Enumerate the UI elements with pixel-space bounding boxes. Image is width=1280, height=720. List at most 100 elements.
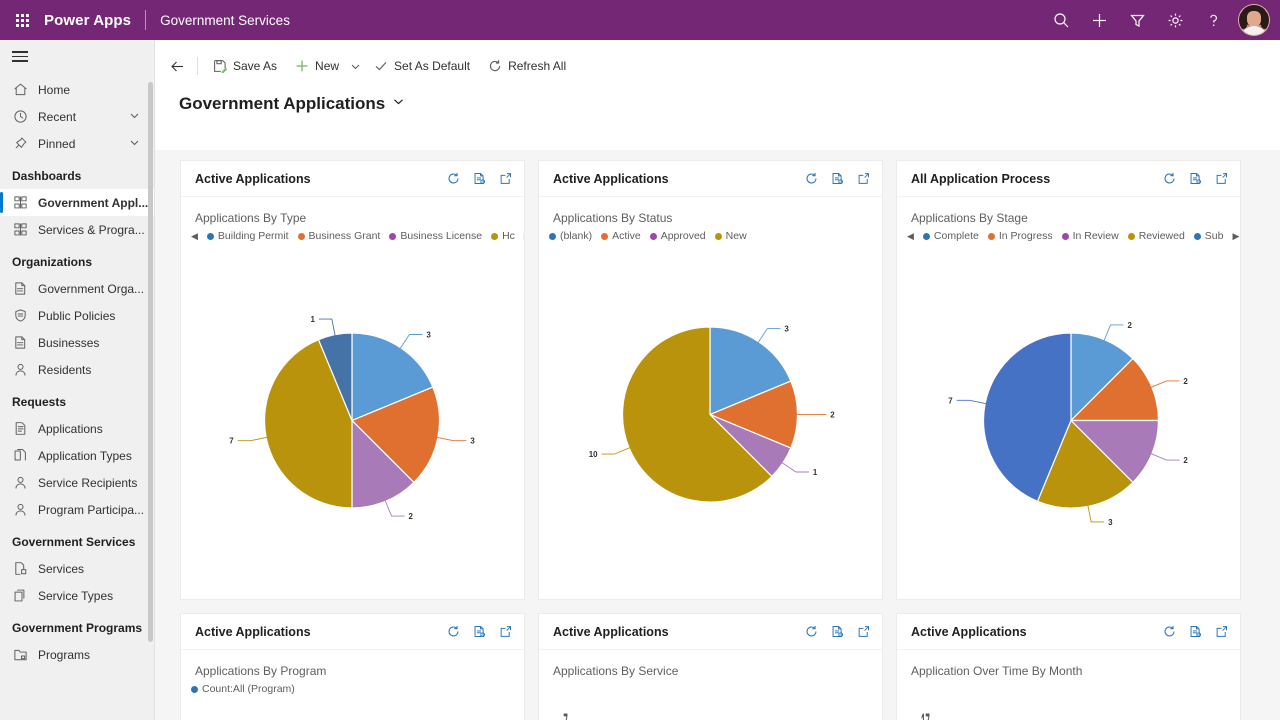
sidebar-item-service-types[interactable]: Service Types (0, 582, 154, 609)
legend-prev-arrow-icon[interactable]: ◀ (907, 231, 914, 241)
sidebar-item-residents[interactable]: Residents (0, 356, 154, 383)
pie-chart[interactable]: 3 3 2 7 1 (181, 242, 524, 599)
refresh-icon[interactable] (447, 625, 460, 638)
legend-item[interactable]: New (714, 230, 747, 242)
legend-item[interactable]: Hc (491, 230, 515, 242)
legend-item[interactable]: Reviewed (1127, 230, 1185, 242)
user-avatar[interactable] (1238, 4, 1270, 36)
legend-item[interactable]: Sub (1193, 230, 1223, 242)
chart-area[interactable]: 766 (539, 678, 882, 720)
popout-icon[interactable] (499, 172, 512, 185)
export-icon[interactable] (473, 172, 486, 185)
legend-item[interactable]: Building Permit (206, 230, 289, 242)
sidebar-item-services[interactable]: Services (0, 555, 154, 582)
legend-item[interactable]: Business Grant (297, 230, 380, 242)
chart-subtitle: Application Over Time By Month (911, 664, 1083, 678)
export-icon[interactable] (1189, 172, 1202, 185)
sidebar-item-home[interactable]: Home (0, 76, 154, 103)
legend-item[interactable]: (blank) (549, 230, 592, 242)
refresh-icon[interactable] (1163, 172, 1176, 185)
sidebar-item-services-progra[interactable]: Services & Progra... (0, 216, 154, 243)
line-chart[interactable]: 17 (897, 678, 1240, 720)
sidebar-item-applications[interactable]: Applications (0, 415, 154, 442)
copy-icon (12, 588, 28, 604)
svg-text:2: 2 (408, 512, 413, 521)
pie-chart[interactable]: 2 2 2 3 7 (897, 242, 1240, 599)
bar-chart[interactable]: 1088 (181, 695, 524, 720)
popout-icon[interactable] (857, 625, 870, 638)
legend-item[interactable]: Complete (922, 230, 979, 242)
legend-color-dot (649, 232, 657, 240)
card-title: Active Applications (195, 624, 311, 639)
sidebar-item-application-types[interactable]: Application Types (0, 442, 154, 469)
filter-icon[interactable] (1118, 0, 1156, 40)
chevron-down-icon[interactable] (129, 137, 140, 151)
sidebar-item-program-participa[interactable]: Program Participa... (0, 496, 154, 523)
sidebar-item-recent[interactable]: Recent (0, 103, 154, 130)
refresh-all-button[interactable]: Refresh All (479, 52, 575, 80)
chart-subtitle: Applications By Stage (911, 211, 1028, 225)
legend-label: (blank) (560, 230, 593, 242)
refresh-icon[interactable] (1163, 625, 1176, 638)
back-button[interactable] (163, 52, 191, 80)
sidebar-item-pinned[interactable]: Pinned (0, 130, 154, 157)
app-name-label[interactable]: Government Services (146, 13, 290, 28)
refresh-icon[interactable] (805, 625, 818, 638)
chevron-down-icon (392, 95, 405, 113)
sitemap-collapse-hamburger-icon[interactable] (0, 40, 154, 76)
legend-item[interactable]: In Progress (987, 230, 1053, 242)
sidebar-group-title: Requests (12, 395, 67, 409)
new-chevron-down-icon[interactable] (348, 52, 365, 80)
legend-item[interactable]: In Review (1061, 230, 1119, 242)
legend-item[interactable]: Business License (389, 230, 482, 242)
sidebar-item-businesses[interactable]: Businesses (0, 329, 154, 356)
sidebar-item-government-appl[interactable]: Government Appl... (0, 189, 154, 216)
svg-text:1: 1 (813, 468, 818, 477)
sidebar-item-public-policies[interactable]: Public Policies (0, 302, 154, 329)
sidebar-item-programs[interactable]: Programs (0, 641, 154, 668)
plus-icon[interactable] (1080, 0, 1118, 40)
popout-icon[interactable] (1215, 172, 1228, 185)
document-list-icon (12, 421, 28, 437)
help-icon[interactable] (1194, 0, 1232, 40)
save-as-button[interactable]: Save As (204, 52, 286, 80)
search-icon[interactable] (1042, 0, 1080, 40)
svg-text:3: 3 (470, 437, 475, 446)
legend-next-arrow-icon[interactable]: ▶ (1232, 231, 1239, 241)
legend-item[interactable]: Approved (649, 230, 706, 242)
gear-icon[interactable] (1156, 0, 1194, 40)
legend-item[interactable]: Active (601, 230, 641, 242)
sidebar-item-service-recipients[interactable]: Service Recipients (0, 469, 154, 496)
chart-area[interactable]: 3 2 1 10 (539, 242, 882, 599)
document-copy-icon (12, 448, 28, 464)
new-button[interactable]: New (286, 52, 348, 80)
chart-area[interactable]: 17 (897, 678, 1240, 720)
legend-prev-arrow-icon[interactable]: ◀ (191, 231, 198, 241)
export-icon[interactable] (831, 172, 844, 185)
bar-chart[interactable]: 766 (539, 678, 882, 720)
legend-item[interactable]: Count:All (Program) (191, 683, 295, 695)
export-icon[interactable] (831, 625, 844, 638)
sidebar-scrollbar[interactable] (148, 82, 153, 642)
popout-icon[interactable] (857, 172, 870, 185)
app-launcher-waffle-icon[interactable] (0, 0, 44, 40)
pie-chart[interactable]: 3 2 1 10 (539, 242, 882, 599)
chevron-down-icon[interactable] (129, 110, 140, 124)
export-icon[interactable] (473, 625, 486, 638)
chart-area[interactable]: 1088 (181, 695, 524, 720)
popout-icon[interactable] (1215, 625, 1228, 638)
card-title: All Application Process (911, 171, 1051, 186)
refresh-icon[interactable] (805, 172, 818, 185)
sidebar-item-government-orga[interactable]: Government Orga... (0, 275, 154, 302)
chart-area[interactable]: 2 2 2 3 7 (897, 242, 1240, 599)
svg-text:2: 2 (1183, 377, 1188, 386)
dashboard-selector[interactable]: Government Applications (155, 80, 405, 126)
brand-label[interactable]: Power Apps (44, 12, 145, 29)
home-icon (12, 82, 28, 98)
refresh-icon[interactable] (447, 172, 460, 185)
export-icon[interactable] (1189, 625, 1202, 638)
popout-icon[interactable] (499, 625, 512, 638)
set-as-default-button[interactable]: Set As Default (365, 52, 479, 80)
chart-area[interactable]: 3 3 2 7 1 (181, 242, 524, 599)
card-actions (805, 172, 870, 185)
